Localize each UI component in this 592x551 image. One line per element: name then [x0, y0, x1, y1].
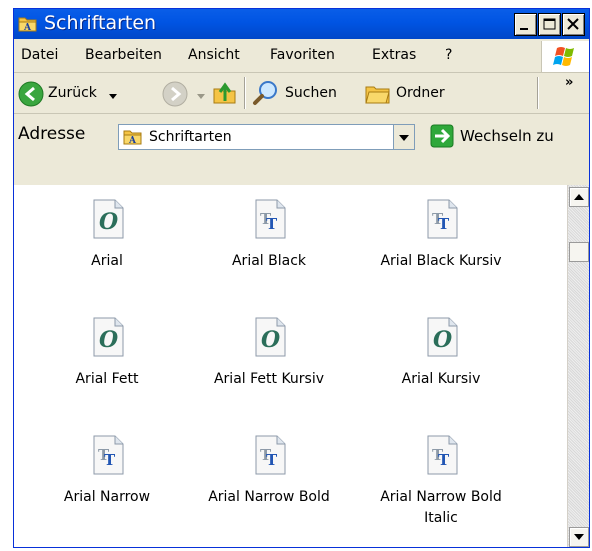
menu-help[interactable]: ?: [445, 47, 452, 63]
menu-view[interactable]: Ansicht: [188, 47, 240, 63]
folders-icon[interactable]: [364, 81, 392, 107]
address-value: Schriftarten: [149, 129, 232, 145]
search-label[interactable]: Suchen: [285, 85, 337, 101]
font-name: Arial Narrow Bold Italic: [380, 489, 502, 526]
font-item[interactable]: T T Arial Narrow: [32, 435, 182, 545]
opentype-font-icon: O: [91, 317, 125, 357]
minimize-button[interactable]: [514, 13, 537, 36]
font-name: Arial Black Kursiv: [380, 253, 502, 269]
font-name: Arial Fett: [75, 371, 139, 387]
font-name: Arial Narrow Bold: [208, 489, 330, 505]
windows-logo: [541, 41, 589, 72]
up-folder-icon[interactable]: [211, 79, 239, 107]
go-button[interactable]: Wechseln zu: [460, 127, 554, 145]
forward-dropdown-icon[interactable]: [195, 87, 207, 99]
back-label[interactable]: Zurück: [48, 85, 97, 101]
svg-text:O: O: [99, 327, 118, 353]
svg-text:T: T: [266, 215, 278, 233]
back-icon[interactable]: [18, 81, 44, 107]
font-name: Arial Black: [231, 253, 307, 269]
font-item[interactable]: O Arial Kursiv: [366, 317, 516, 427]
font-item[interactable]: T T Arial Narrow Bold: [194, 435, 344, 545]
toolbar-separator: [537, 77, 539, 109]
truetype-font-icon: T T: [425, 199, 459, 239]
font-name: Arial Fett Kursiv: [213, 371, 325, 387]
toolbar-overflow-chevron[interactable]: »: [565, 75, 573, 90]
toolbar-separator: [244, 77, 246, 109]
vertical-scrollbar[interactable]: [567, 185, 589, 547]
svg-text:O: O: [99, 209, 118, 235]
font-name: Arial: [91, 253, 123, 269]
svg-text:T: T: [266, 451, 278, 469]
address-bar: Adresse A Schriftarten Wechseln zu: [14, 115, 589, 155]
menu-favorites[interactable]: Favoriten: [270, 47, 335, 63]
truetype-font-icon: T T: [253, 199, 287, 239]
menu-file[interactable]: Datei: [21, 47, 58, 63]
font-item[interactable]: O Arial Fett: [32, 317, 182, 427]
maximize-button[interactable]: [538, 13, 561, 36]
title-bar[interactable]: A Schriftarten: [14, 9, 589, 39]
standard-toolbar: Zurück Suchen Ordner »: [14, 73, 589, 114]
truetype-font-icon: T T: [91, 435, 125, 475]
address-dropdown-icon[interactable]: [393, 125, 414, 149]
font-item[interactable]: T T Arial Narrow Bold Italic: [366, 435, 516, 545]
truetype-font-icon: T T: [253, 435, 287, 475]
svg-text:T: T: [104, 451, 116, 469]
scroll-thumb[interactable]: [569, 242, 589, 262]
folder-font-icon: A: [123, 128, 143, 146]
svg-text:A: A: [128, 136, 137, 146]
menu-bar: Datei Bearbeiten Ansicht Favoriten Extra…: [14, 41, 589, 73]
opentype-font-icon: O: [425, 317, 459, 357]
address-input[interactable]: A Schriftarten: [118, 124, 415, 150]
svg-text:T: T: [438, 215, 450, 233]
font-item[interactable]: O Arial Fett Kursiv: [194, 317, 344, 427]
font-name: Arial Kursiv: [401, 371, 481, 387]
opentype-font-icon: O: [91, 199, 125, 239]
font-item[interactable]: T T Arial Black Kursiv: [366, 199, 516, 309]
folders-label[interactable]: Ordner: [396, 85, 445, 101]
forward-icon[interactable]: [162, 81, 188, 107]
svg-text:A: A: [23, 23, 32, 33]
font-name: Arial Narrow: [63, 489, 151, 505]
menu-edit[interactable]: Bearbeiten: [85, 47, 162, 63]
opentype-font-icon: O: [253, 317, 287, 357]
menu-tools[interactable]: Extras: [372, 47, 416, 63]
folder-font-icon: A: [18, 15, 38, 33]
svg-text:O: O: [261, 327, 280, 353]
file-view[interactable]: O Arial T T Arial Black T T Arial Black …: [14, 185, 589, 547]
scroll-up-button[interactable]: [569, 187, 589, 207]
close-button[interactable]: [562, 13, 585, 36]
back-dropdown-icon[interactable]: [107, 87, 119, 99]
explorer-window: A Schriftarten Datei Bearbeiten Ansicht …: [13, 8, 590, 548]
go-arrow-icon[interactable]: [430, 124, 454, 148]
svg-text:T: T: [438, 451, 450, 469]
scroll-down-button[interactable]: [569, 527, 589, 547]
window-title: Schriftarten: [44, 12, 157, 34]
svg-text:O: O: [433, 327, 452, 353]
font-item[interactable]: O Arial: [32, 199, 182, 309]
truetype-font-icon: T T: [425, 435, 459, 475]
address-label: Adresse: [18, 124, 86, 144]
font-item[interactable]: T T Arial Black: [194, 199, 344, 309]
search-icon[interactable]: [252, 79, 280, 107]
